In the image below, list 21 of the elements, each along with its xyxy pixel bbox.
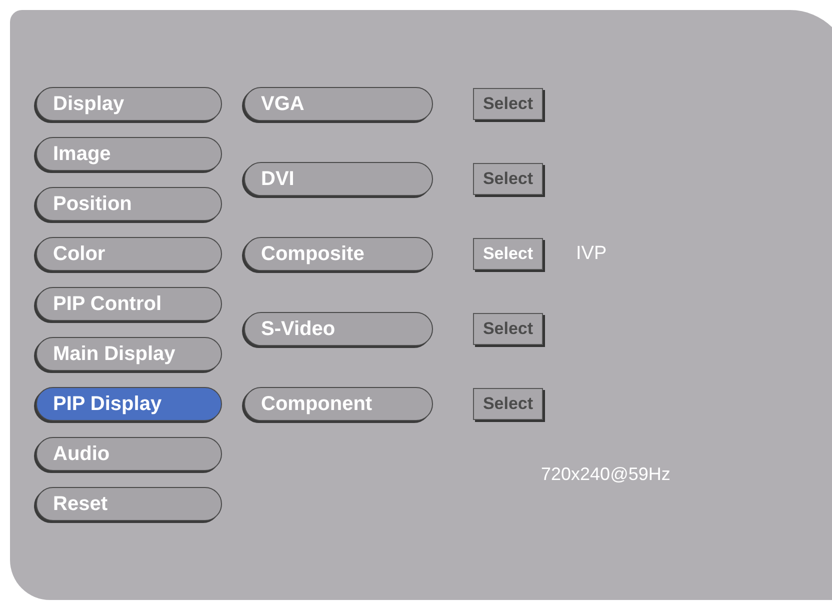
select-button[interactable]: Select [473,238,543,270]
source-option[interactable]: VGA [244,87,433,121]
menu-item[interactable]: Reset [36,487,222,521]
resolution-text: 720x240@59Hz [541,463,670,486]
menu-item[interactable]: Main Display [36,337,222,371]
source-option[interactable]: S-Video [244,312,433,346]
source-option[interactable]: Component [244,387,433,421]
menu-item[interactable]: PIP Control [36,287,222,321]
menu-item[interactable]: Color [36,237,222,271]
menu-item[interactable]: Display [36,87,222,121]
select-button[interactable]: Select [473,313,543,345]
menu-item[interactable]: Audio [36,437,222,471]
select-button[interactable]: Select [473,88,543,120]
menu-item[interactable]: PIP Display [36,387,222,421]
menu-item[interactable]: Position [36,187,222,221]
select-button[interactable]: Select [473,388,543,420]
source-option[interactable]: DVI [244,162,433,196]
source-option[interactable]: Composite [244,237,433,271]
select-button[interactable]: Select [473,163,543,195]
menu-item[interactable]: Image [36,137,222,171]
input-mode-label: IVP [576,242,607,266]
